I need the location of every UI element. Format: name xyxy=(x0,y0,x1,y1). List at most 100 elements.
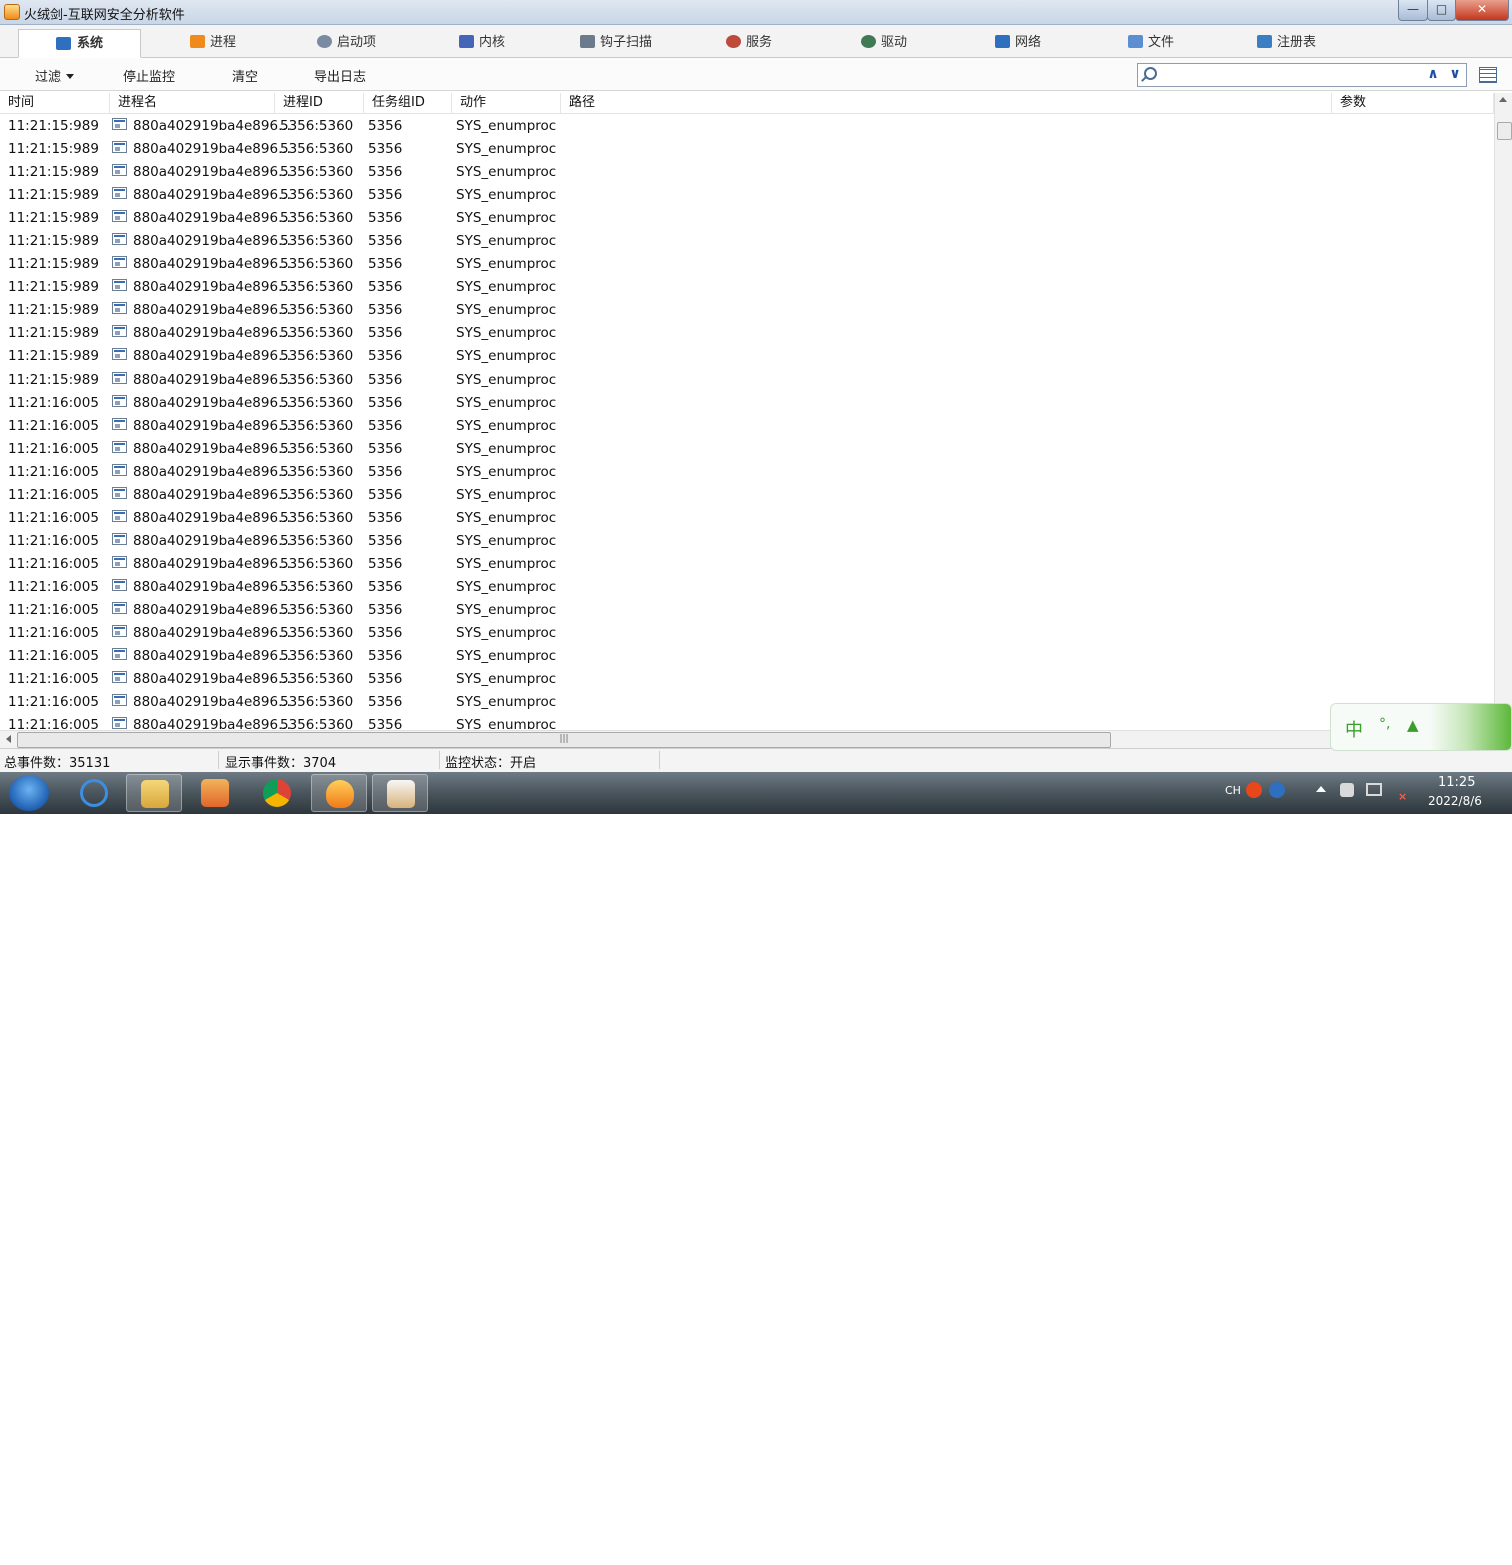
taskbar-chrome[interactable] xyxy=(249,774,305,812)
cell-process-id: 5356:5360 xyxy=(280,325,354,342)
table-row[interactable]: 11:21:16:005 880a402919ba4e896... 5356:536… xyxy=(0,552,1494,575)
cell-process-id: 5356:5360 xyxy=(280,279,354,296)
ime-punctuation-toggle[interactable]: °, xyxy=(1379,716,1390,732)
table-row[interactable]: 11:21:15:989 880a402919ba4e896... 5356:536… xyxy=(0,275,1494,298)
ime-language-toggle[interactable]: 中 xyxy=(1345,716,1363,742)
taskbar-ie[interactable] xyxy=(66,774,122,812)
tab-label: 文件 xyxy=(1148,35,1175,50)
ime-toolbar[interactable]: 中 °, ▲ xyxy=(1330,703,1512,751)
table-row[interactable]: 11:21:15:989 880a402919ba4e896... 5356:536… xyxy=(0,137,1494,160)
table-row[interactable]: 11:21:16:005 880a402919ba4e896... 5356:536… xyxy=(0,460,1494,483)
vertical-scrollbar[interactable] xyxy=(1494,93,1512,730)
table-row[interactable]: 11:21:15:989 880a402919ba4e896... 5356:536… xyxy=(0,206,1494,229)
table-row[interactable]: 11:21:16:005 880a402919ba4e896... 5356:536… xyxy=(0,575,1494,598)
process-icon xyxy=(112,671,127,684)
cell-process-name: 880a402919ba4e896... xyxy=(133,118,291,134)
taskbar-explorer[interactable] xyxy=(126,774,182,812)
export-log-button[interactable]: 导出日志 xyxy=(314,66,366,85)
input-language-indicator[interactable]: CH xyxy=(1225,784,1241,797)
minimize-button[interactable]: — xyxy=(1398,0,1428,21)
process-icon xyxy=(112,371,127,384)
sogou-ime-icon[interactable] xyxy=(1246,782,1262,798)
ime-skin-icon[interactable]: ▲ xyxy=(1407,716,1419,734)
stop-monitor-button[interactable]: 停止监控 xyxy=(123,66,175,85)
help-icon[interactable] xyxy=(1269,782,1285,798)
process-icon xyxy=(112,325,127,338)
app-shield-icon xyxy=(4,4,20,20)
cell-process-id: 5356:5360 xyxy=(280,371,354,388)
column-settings-icon[interactable] xyxy=(1479,67,1497,83)
table-row[interactable]: 11:21:15:989 880a402919ba4e896... 5356:536… xyxy=(0,344,1494,367)
table-row[interactable]: 11:21:16:005 880a402919ba4e896... 5356:536… xyxy=(0,391,1494,414)
table-row[interactable]: 11:21:16:005 880a402919ba4e896... 5356:536… xyxy=(0,437,1494,460)
tab-registry[interactable]: 注册表 xyxy=(1257,29,1316,56)
horizontal-scroll-thumb[interactable]: ||| xyxy=(17,732,1111,748)
tab-service[interactable]: 服务 xyxy=(726,29,772,56)
taskbar-huorong[interactable] xyxy=(311,774,367,812)
table-row[interactable]: 11:21:15:989 880a402919ba4e896... 5356:536… xyxy=(0,321,1494,344)
table-row[interactable]: 11:21:15:989 880a402919ba4e896... 5356:536… xyxy=(0,160,1494,183)
tab-network[interactable]: 网络 xyxy=(995,29,1041,56)
table-row[interactable]: 11:21:15:989 880a402919ba4e896... 5356:536… xyxy=(0,229,1494,252)
scroll-left-icon[interactable] xyxy=(6,735,11,743)
table-row[interactable]: 11:21:16:005 880a402919ba4e896... 5356:536… xyxy=(0,713,1494,729)
cell-task-group-id: 5356 xyxy=(368,325,403,342)
table-row[interactable]: 11:21:16:005 880a402919ba4e896... 5356:536… xyxy=(0,621,1494,644)
tab-process[interactable]: 进程 xyxy=(190,29,236,56)
volume-icon[interactable] xyxy=(1340,783,1354,797)
table-row[interactable]: 11:21:15:989 880a402919ba4e896... 5356:536… xyxy=(0,368,1494,391)
cell-time: 11:21:15:989 xyxy=(8,118,99,134)
tab-kernel[interactable]: 内核 xyxy=(459,29,505,56)
cell-task-group-id: 5356 xyxy=(368,555,403,572)
tab-system[interactable]: 系统 xyxy=(18,29,141,58)
table-row[interactable]: 11:21:15:989 880a402919ba4e896... 5356:536… xyxy=(0,298,1494,321)
column-header-process-name[interactable]: 进程名 xyxy=(110,93,275,113)
filter-button[interactable]: 过滤 xyxy=(35,66,75,85)
tab-hook-scan[interactable]: 钩子扫描 xyxy=(580,29,652,56)
show-hidden-icons-icon[interactable] xyxy=(1316,786,1326,792)
column-header-action[interactable]: 动作 xyxy=(452,93,561,113)
table-row[interactable]: 11:21:16:005 880a402919ba4e896... 5356:536… xyxy=(0,644,1494,667)
kernel-icon xyxy=(459,35,474,48)
scroll-up-icon[interactable] xyxy=(1499,97,1507,102)
status-divider xyxy=(218,751,219,769)
table-row[interactable]: 11:21:16:005 880a402919ba4e896... 5356:536… xyxy=(0,483,1494,506)
column-header-time[interactable]: 时间 xyxy=(0,93,110,113)
table-row[interactable]: 11:21:16:005 880a402919ba4e896... 5356:536… xyxy=(0,414,1494,437)
maximize-button[interactable]: □ xyxy=(1427,0,1456,21)
tab-startup[interactable]: 启动项 xyxy=(317,29,376,56)
table-row[interactable]: 11:21:16:005 880a402919ba4e896... 5356:536… xyxy=(0,690,1494,713)
cell-time: 11:21:16:005 xyxy=(8,417,99,434)
search-prev-button[interactable]: ∧ xyxy=(1424,65,1442,83)
table-row[interactable]: 11:21:16:005 880a402919ba4e896... 5356:536… xyxy=(0,506,1494,529)
cell-task-group-id: 5356 xyxy=(368,601,403,618)
windows-start-icon[interactable] xyxy=(9,775,49,811)
horizontal-scrollbar[interactable]: ||| xyxy=(0,730,1494,748)
search-input[interactable] xyxy=(1162,66,1421,84)
taskbar-media-player[interactable] xyxy=(187,774,243,812)
table-row[interactable]: 11:21:15:989 880a402919ba4e896... 5356:536… xyxy=(0,114,1494,137)
table-row[interactable]: 11:21:16:005 880a402919ba4e896... 5356:536… xyxy=(0,598,1494,621)
clear-button[interactable]: 清空 xyxy=(232,66,258,85)
clock-time[interactable]: 11:25 xyxy=(1438,775,1475,790)
cell-action: SYS_enumproc xyxy=(456,555,557,572)
vertical-scroll-thumb[interactable] xyxy=(1497,122,1512,140)
search-next-button[interactable]: ∨ xyxy=(1446,65,1464,83)
table-row[interactable]: 11:21:16:005 880a402919ba4e896... 5356:536… xyxy=(0,667,1494,690)
tab-file[interactable]: 文件 xyxy=(1128,29,1174,56)
taskbar-huorong-sword[interactable] xyxy=(372,774,428,812)
network-tray-icon[interactable] xyxy=(1366,783,1382,796)
column-header-path[interactable]: 路径 xyxy=(561,93,1332,113)
close-button[interactable]: ✕ xyxy=(1455,0,1509,21)
table-row[interactable]: 11:21:16:005 880a402919ba4e896... 5356:536… xyxy=(0,529,1494,552)
tab-driver[interactable]: 驱动 xyxy=(861,29,907,56)
cell-process-name: 880a402919ba4e896... xyxy=(133,164,291,181)
cell-process-name: 880a402919ba4e896... xyxy=(133,625,291,642)
column-header-task-group-id[interactable]: 任务组ID xyxy=(364,93,452,113)
column-header-params[interactable]: 参数 xyxy=(1332,93,1494,113)
clock-date[interactable]: 2022/8/6 xyxy=(1428,794,1482,808)
cell-process-name: 880a402919ba4e896... xyxy=(133,279,291,296)
table-row[interactable]: 11:21:15:989 880a402919ba4e896... 5356:536… xyxy=(0,252,1494,275)
column-header-process-id[interactable]: 进程ID xyxy=(275,93,364,113)
table-row[interactable]: 11:21:15:989 880a402919ba4e896... 5356:536… xyxy=(0,183,1494,206)
